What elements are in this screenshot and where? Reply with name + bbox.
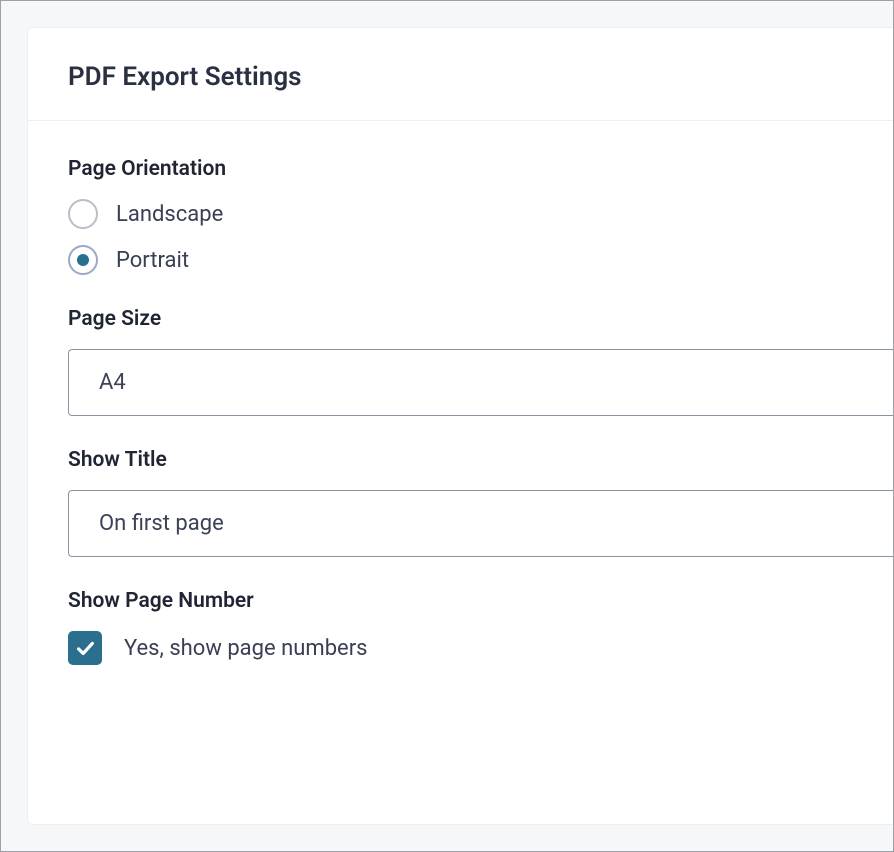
- show-page-number-group: Show Page Number Yes, show page numbers: [68, 589, 893, 665]
- orientation-radio-landscape[interactable]: Landscape: [68, 199, 223, 229]
- settings-card: PDF Export Settings Page Orientation Lan…: [27, 27, 893, 825]
- page-background: PDF Export Settings Page Orientation Lan…: [0, 0, 894, 852]
- show-page-number-checkbox[interactable]: Yes, show page numbers: [68, 631, 368, 665]
- radio-dot-icon: [77, 254, 89, 266]
- checkbox-checked-icon: [68, 631, 102, 665]
- page-size-value: A4: [99, 370, 126, 395]
- orientation-landscape-label: Landscape: [116, 202, 223, 227]
- orientation-radio-portrait[interactable]: Portrait: [68, 245, 189, 275]
- page-size-group: Page Size A4: [68, 307, 893, 416]
- show-page-number-label: Show Page Number: [68, 589, 893, 613]
- show-title-value: On first page: [99, 511, 224, 536]
- card-header: PDF Export Settings: [28, 28, 893, 121]
- orientation-label: Page Orientation: [68, 157, 893, 181]
- radio-icon-selected: [68, 245, 98, 275]
- panel-title: PDF Export Settings: [68, 62, 853, 92]
- show-title-group: Show Title On first page: [68, 448, 893, 557]
- orientation-portrait-label: Portrait: [116, 248, 189, 273]
- show-title-select[interactable]: On first page: [68, 490, 893, 557]
- page-size-label: Page Size: [68, 307, 893, 331]
- orientation-group: Page Orientation Landscape Portrait: [68, 157, 893, 275]
- radio-icon: [68, 199, 98, 229]
- page-size-select[interactable]: A4: [68, 349, 893, 416]
- show-title-label: Show Title: [68, 448, 893, 472]
- card-body: Page Orientation Landscape Portrait Page…: [28, 121, 893, 733]
- show-page-number-checkbox-label: Yes, show page numbers: [124, 636, 368, 661]
